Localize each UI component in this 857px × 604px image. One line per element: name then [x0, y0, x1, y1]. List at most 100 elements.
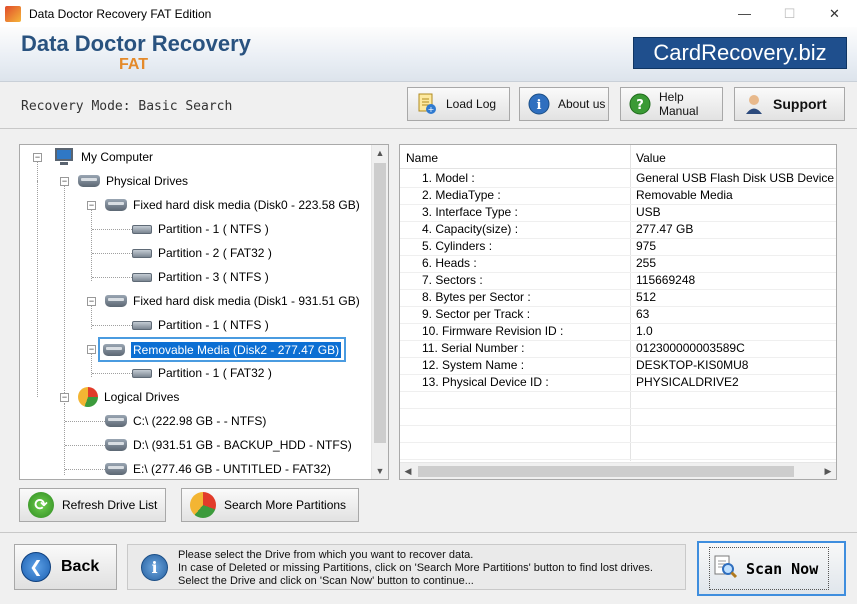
collapse-toggle[interactable]: −: [60, 177, 69, 186]
help-manual-label: Help Manual: [659, 90, 699, 118]
search-more-label: Search More Partitions: [224, 498, 347, 512]
property-value: PHYSICALDRIVE2: [636, 375, 739, 389]
property-row[interactable]: 10. Firmware Revision ID : 1.0: [400, 324, 836, 341]
info-line: Please select the Drive from which you w…: [178, 549, 474, 561]
property-row[interactable]: 1. Model : General USB Flash Disk USB Dev…: [400, 171, 836, 188]
collapse-toggle[interactable]: −: [87, 345, 96, 354]
grid-line: [400, 425, 836, 426]
tree-node-partition[interactable]: Partition - 1 ( FAT32 ): [132, 363, 272, 383]
grid-horizontal-scrollbar[interactable]: ◀ ▶: [400, 462, 836, 479]
refresh-drive-list-button[interactable]: ⟳ Refresh Drive List: [19, 488, 166, 522]
load-log-label: Load Log: [446, 97, 497, 111]
site-badge[interactable]: CardRecovery.biz: [633, 37, 847, 69]
property-value: 63: [636, 307, 650, 321]
property-row[interactable]: 6. Heads : 255: [400, 256, 836, 273]
column-header-value[interactable]: Value: [636, 151, 666, 165]
search-more-partitions-button[interactable]: Search More Partitions: [181, 488, 359, 522]
brand-subtitle: FAT: [119, 56, 149, 73]
load-log-button[interactable]: + Load Log: [407, 87, 510, 121]
tree-label: My Computer: [81, 150, 154, 164]
brand-title: Data Doctor Recovery: [21, 31, 251, 56]
partition-icon: [132, 368, 152, 378]
tree-label: Physical Drives: [106, 174, 189, 188]
log-file-icon: +: [416, 93, 438, 115]
property-row[interactable]: 13. Physical Device ID : PHYSICALDRIVE2: [400, 375, 836, 392]
tree-node-disk2-selected[interactable]: Removable Media (Disk2 - 277.47 GB): [98, 337, 347, 362]
divider: [0, 128, 857, 129]
grid-line: [400, 221, 836, 222]
property-row[interactable]: 4. Capacity(size) : 277.47 GB: [400, 222, 836, 239]
info-icon: i: [141, 554, 168, 581]
collapse-toggle[interactable]: −: [60, 393, 69, 402]
property-row[interactable]: 11. Serial Number : 012300000003589C: [400, 341, 836, 358]
property-row[interactable]: 7. Sectors : 115669248: [400, 273, 836, 290]
tree-node-logical-drives[interactable]: Logical Drives: [78, 387, 179, 407]
grid-line: [400, 408, 836, 409]
support-button[interactable]: Support: [734, 87, 845, 121]
grid-line: [400, 306, 836, 307]
back-label: Back: [61, 558, 100, 575]
computer-icon: [53, 148, 75, 166]
tree-node-partition[interactable]: Partition - 2 ( FAT32 ): [132, 243, 272, 263]
tree-node-partition[interactable]: Partition - 3 ( NTFS ): [132, 267, 269, 287]
scroll-up-icon[interactable]: ▲: [372, 145, 388, 161]
tree-node-logical-e[interactable]: E:\ (277.46 GB - UNTITLED - FAT32): [105, 459, 331, 479]
help-manual-button[interactable]: ? Help Manual: [620, 87, 723, 121]
property-value: 012300000003589C: [636, 341, 745, 355]
grid-line: [400, 204, 836, 205]
collapse-toggle[interactable]: −: [33, 153, 42, 162]
tree-label: Partition - 1 ( FAT32 ): [158, 366, 272, 380]
tree-label: Partition - 3 ( NTFS ): [158, 270, 269, 284]
property-row[interactable]: 9. Sector per Track : 63: [400, 307, 836, 324]
tree-node-physical-drives[interactable]: Physical Drives: [78, 171, 188, 191]
partition-icon: [132, 272, 152, 282]
property-row[interactable]: 8. Bytes per Sector : 512: [400, 290, 836, 307]
title-bar: Data Doctor Recovery FAT Edition — ☐ ✕: [0, 0, 857, 27]
tree-node-logical-c[interactable]: C:\ (222.98 GB - - NTFS): [105, 411, 266, 431]
tree-label: E:\ (277.46 GB - UNTITLED - FAT32): [133, 462, 331, 476]
tree-vertical-scrollbar[interactable]: ▲ ▼: [371, 145, 388, 479]
about-us-label: About us: [558, 97, 606, 111]
property-row[interactable]: 3. Interface Type : USB: [400, 205, 836, 222]
collapse-toggle[interactable]: −: [87, 297, 96, 306]
info-panel: i Please select the Drive from which you…: [127, 544, 686, 590]
tree-node-partition[interactable]: Partition - 1 ( NTFS ): [132, 315, 269, 335]
tree-node-disk0[interactable]: Fixed hard disk media (Disk0 - 223.58 GB…: [105, 195, 360, 215]
property-row[interactable]: 2. MediaType : Removable Media: [400, 188, 836, 205]
divider: [0, 532, 857, 533]
collapse-toggle[interactable]: −: [87, 201, 96, 210]
support-label: Support: [773, 96, 827, 112]
property-row[interactable]: 12. System Name : DESKTOP-KIS0MU8: [400, 358, 836, 375]
properties-grid[interactable]: Name Value 1. Model : General USB Flash D…: [399, 144, 837, 480]
tree-node-my-computer[interactable]: My Computer: [53, 147, 153, 167]
scan-now-label: Scan Now: [746, 559, 819, 578]
about-us-button[interactable]: i About us: [519, 87, 609, 121]
grid-line: [400, 374, 836, 375]
close-button[interactable]: ✕: [812, 0, 857, 27]
tree-node-logical-d[interactable]: D:\ (931.51 GB - BACKUP_HDD - NTFS): [105, 435, 352, 455]
property-name: 5. Cylinders :: [422, 239, 493, 253]
maximize-button[interactable]: ☐: [767, 0, 812, 27]
grid-line: [400, 187, 836, 188]
property-value: 975: [636, 239, 657, 253]
partition-icon: [132, 224, 152, 234]
tree-node-disk1[interactable]: Fixed hard disk media (Disk1 - 931.51 GB…: [105, 291, 360, 311]
scroll-left-icon[interactable]: ◀: [400, 463, 416, 479]
drive-tree[interactable]: − My Computer − Physical Drives − Fixed …: [19, 144, 389, 480]
back-button[interactable]: ❮ Back: [14, 544, 117, 590]
scroll-thumb[interactable]: [418, 466, 794, 477]
property-row[interactable]: 5. Cylinders : 975: [400, 239, 836, 256]
partition-icon: [132, 320, 152, 330]
scroll-thumb[interactable]: [374, 163, 386, 443]
grid-line: [400, 391, 836, 392]
scan-now-button[interactable]: Scan Now: [697, 541, 846, 596]
grid-line: [400, 289, 836, 290]
scroll-right-icon[interactable]: ▶: [820, 463, 836, 479]
column-header-name[interactable]: Name: [406, 151, 438, 165]
tree-node-partition[interactable]: Partition - 1 ( NTFS ): [132, 219, 269, 239]
minimize-button[interactable]: —: [722, 0, 767, 27]
property-name: 1. Model :: [422, 171, 475, 185]
scroll-down-icon[interactable]: ▼: [372, 463, 388, 479]
grid-line: [400, 357, 836, 358]
property-name: 10. Firmware Revision ID :: [422, 324, 564, 338]
